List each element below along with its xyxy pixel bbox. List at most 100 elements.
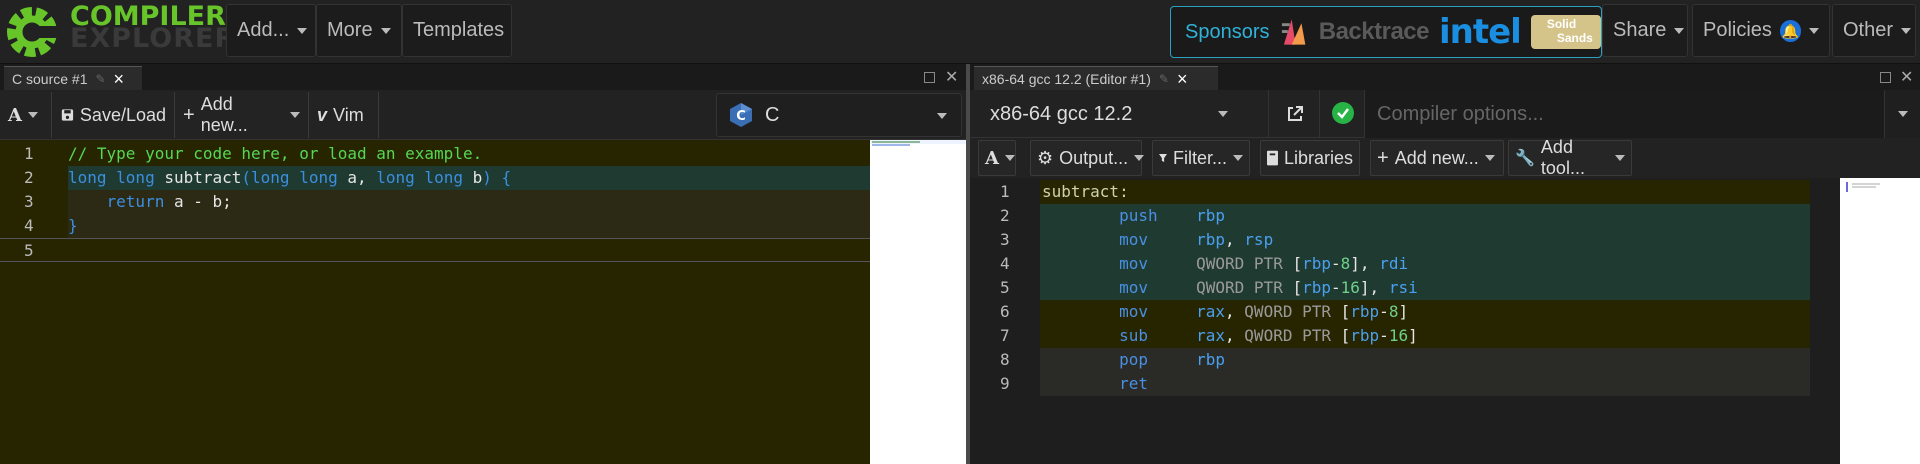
code-token: QWORD PTR <box>1244 326 1341 345</box>
code-line[interactable]: 1 // Type your code here, or load an exam… <box>0 142 870 166</box>
code-token: ret <box>1042 374 1148 393</box>
code-token: rbp <box>1350 326 1380 345</box>
code-line[interactable]: 4} <box>0 214 870 238</box>
sponsor-intel[interactable]: intel <box>1439 12 1522 52</box>
pencil-icon[interactable]: ✎ <box>1159 72 1169 86</box>
tab-c-source[interactable]: C source #1 ✎ × <box>4 66 142 90</box>
add-new-button[interactable]: + Add new... <box>1370 140 1504 176</box>
code-line[interactable]: 3 return a - b; <box>0 190 870 214</box>
plus-icon: + <box>183 103 195 126</box>
popout-button[interactable] <box>1268 90 1320 138</box>
code-line[interactable]: 2 push rbp <box>970 204 1810 228</box>
options-dropdown-button[interactable] <box>1884 90 1920 138</box>
code-token: , <box>357 168 377 187</box>
code-token: long long <box>68 168 165 187</box>
code-token: // Type your code here, or load an examp… <box>68 144 483 163</box>
code-text: mov rax, QWORD PTR [rbp-8] <box>1042 300 1408 324</box>
code-line[interactable]: 2 long long subtract(long long a, long lo… <box>0 166 870 190</box>
code-line[interactable]: 5 mov QWORD PTR [rbp-16], rsi <box>970 276 1810 300</box>
language-select[interactable]: C C <box>716 93 962 137</box>
source-code-editor[interactable]: 1 // Type your code here, or load an exam… <box>0 140 870 464</box>
tab-compiler[interactable]: x86-64 gcc 12.2 (Editor #1) ✎ × <box>974 66 1218 90</box>
top-navbar: COMPILER EXPLORER Add... More Templates … <box>0 0 1920 64</box>
libraries-button[interactable]: Libraries <box>1260 140 1360 176</box>
code-line[interactable]: 8 pop rbp <box>970 348 1810 372</box>
source-minimap[interactable] <box>870 140 966 464</box>
code-token: mov <box>1042 230 1197 249</box>
pencil-icon[interactable]: ✎ <box>95 72 105 86</box>
save-load-label: Save/Load <box>79 104 166 125</box>
vim-label: Vim <box>333 104 364 125</box>
line-highlight <box>1040 372 1810 396</box>
font-size-button[interactable]: A <box>0 92 52 138</box>
line-number: 6 <box>1000 302 1010 321</box>
close-icon[interactable]: × <box>114 70 125 88</box>
font-size-button[interactable]: A <box>978 140 1016 176</box>
code-token: mov <box>1042 254 1197 273</box>
close-pane-icon[interactable]: ✕ <box>1900 67 1913 87</box>
share-button[interactable]: Share <box>1602 4 1688 57</box>
add-new-button[interactable]: + Add new... <box>175 92 309 138</box>
code-text: mov QWORD PTR [rbp-8], rdi <box>1042 252 1408 276</box>
close-pane-icon[interactable]: ✕ <box>945 67 958 87</box>
filter-icon <box>1159 154 1167 162</box>
code-token: rbp <box>1302 254 1331 273</box>
output-button[interactable]: ⚙ Output... <box>1030 140 1145 176</box>
vim-toggle-button[interactable]: v Vim <box>309 92 379 138</box>
assembly-minimap[interactable] <box>1840 178 1920 464</box>
code-token: return <box>68 192 174 211</box>
code-token: rbp <box>1302 278 1331 297</box>
code-token: ], <box>1350 254 1380 273</box>
sponsor-sands-text: Sands <box>1556 31 1593 45</box>
filter-button[interactable]: Filter... <box>1152 140 1250 176</box>
close-icon[interactable]: × <box>1177 70 1188 88</box>
other-menu-button[interactable]: Other <box>1832 4 1916 57</box>
code-line[interactable]: 6 mov rax, QWORD PTR [rbp-8] <box>970 300 1810 324</box>
line-number: 4 <box>24 216 34 235</box>
chevron-down-icon <box>290 112 300 118</box>
sponsor-backtrace[interactable]: Backtrace <box>1319 18 1430 46</box>
code-token: QWORD PTR <box>1196 278 1293 297</box>
code-text: mov rbp, rsp <box>1042 228 1273 252</box>
code-line[interactable]: 3 mov rbp, rsp <box>970 228 1810 252</box>
compiler-explorer-logo[interactable]: COMPILER EXPLORER <box>4 3 235 58</box>
maximize-icon[interactable] <box>1880 72 1891 83</box>
compiler-select[interactable]: x86-64 gcc 12.2 <box>978 93 1234 135</box>
external-link-icon <box>1288 106 1303 121</box>
code-token: a <box>347 168 357 187</box>
add-tool-button[interactable]: 🔧 Add tool... <box>1508 137 1632 178</box>
code-line[interactable]: 4 mov QWORD PTR [rbp-8], rdi <box>970 252 1810 276</box>
chevron-down-icon <box>1233 155 1243 161</box>
sponsor-solid-text: Solid <box>1546 17 1577 31</box>
templates-button[interactable]: Templates <box>402 4 512 57</box>
add-new-label: Add new... <box>1394 147 1479 168</box>
bell-icon: 🔔 <box>1779 19 1801 42</box>
code-line[interactable]: 7 sub rax, QWORD PTR [rbp-16] <box>970 324 1810 348</box>
code-line[interactable]: 5 <box>0 238 870 262</box>
code-token: rax <box>1196 326 1226 345</box>
gear-logo-icon <box>7 7 58 57</box>
add-menu-button[interactable]: Add... <box>226 4 316 57</box>
assembly-output[interactable]: 1 subtract: 2 push rbp 3 mov rbp, rsp 4 mov … <box>970 178 1810 464</box>
code-line[interactable]: 9 ret <box>970 372 1810 396</box>
maximize-icon[interactable] <box>924 72 935 83</box>
code-token: rbp <box>1196 206 1226 225</box>
sponsor-solid-sands[interactable]: Solid Sands <box>1530 15 1601 49</box>
tab-title: C source #1 <box>12 70 88 87</box>
sponsors-box[interactable]: Sponsors Backtrace intel Solid Sands <box>1170 6 1602 58</box>
compile-success-icon[interactable] <box>1332 102 1354 124</box>
sponsors-label: Sponsors <box>1185 20 1270 43</box>
line-number: 3 <box>24 192 34 211</box>
code-token: - <box>1379 302 1389 321</box>
code-text: } <box>68 214 78 238</box>
save-load-button[interactable]: Save/Load <box>53 92 175 138</box>
code-token: rax <box>1196 302 1226 321</box>
code-token: rbp <box>1350 302 1380 321</box>
code-token: QWORD PTR <box>1196 254 1293 273</box>
more-menu-button[interactable]: More <box>316 4 402 57</box>
chevron-down-icon <box>1898 111 1908 117</box>
line-highlight <box>68 214 870 238</box>
code-line[interactable]: 1 subtract: <box>970 180 1810 204</box>
compiler-options-input[interactable]: Compiler options... <box>1364 90 1884 138</box>
policies-button[interactable]: Policies 🔔 <box>1692 4 1830 57</box>
